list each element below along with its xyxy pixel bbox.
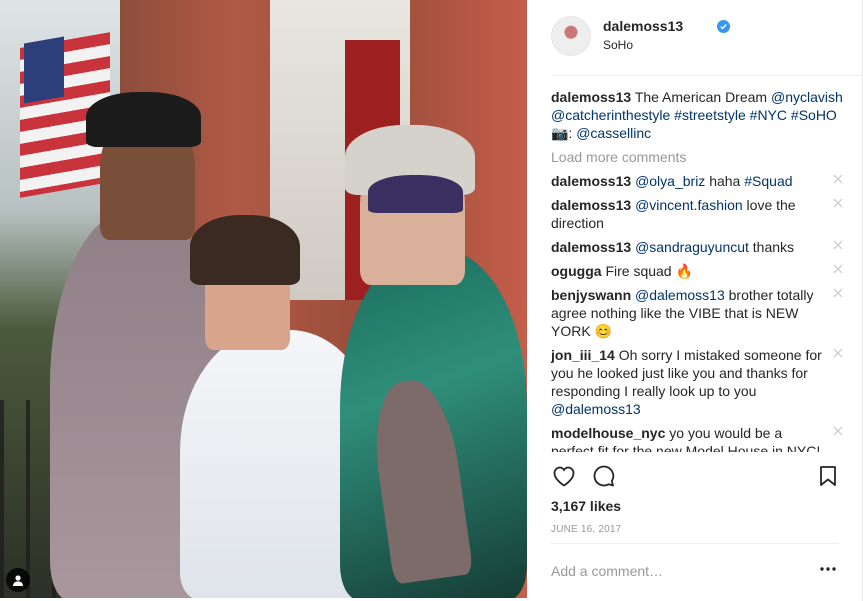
post-caption: dalemoss13 The American Dream @nyclavish… [551,88,843,142]
more-options-button[interactable] [819,564,837,574]
list-item: dalemoss13 @vincent.fashion love the dir… [551,196,843,232]
caption-text: The American Dream [634,89,771,105]
close-icon [833,240,843,250]
caption-mention[interactable]: @catcherinthestyle [551,107,670,123]
tagged-users-button[interactable] [6,568,30,592]
comment-username[interactable]: ogugga [551,263,602,279]
caption-hashtag[interactable]: #streetstyle [674,107,746,123]
post-side-panel: dalemoss13 SoHo dalemoss13 The American … [527,0,863,598]
caption-hashtag[interactable]: #SoHO [791,107,837,123]
comment-username[interactable]: modelhouse_nyc [551,425,665,441]
comment-username[interactable]: dalemoss13 [551,197,631,213]
likes-count[interactable]: 3,167 likes [551,498,621,514]
verified-badge-icon [717,20,730,33]
post-photo[interactable] [0,0,527,598]
close-icon [833,174,843,184]
caption-camera-credit: 📷: [551,125,577,141]
caption-mention[interactable]: @cassellinc [576,125,651,141]
comment-text: haha [705,173,745,189]
speech-bubble-icon [593,465,615,487]
comment-mention[interactable]: @dalemoss13 [551,401,641,417]
photo-person-left-cap [86,92,201,147]
list-item: dalemoss13 @sandraguyuncut thanks [551,238,843,256]
close-icon [833,264,843,274]
photo-flag-canton [24,36,64,104]
post-date[interactable]: JUNE 16, 2017 [551,524,621,535]
comment-username[interactable]: jon_iii_14 [551,347,615,363]
comment-mention[interactable]: @dalemoss13 [635,287,725,303]
comment-username[interactable]: dalemoss13 [551,173,631,189]
delete-comment-button[interactable] [833,198,843,208]
photo-person-right-sunglasses [368,175,463,213]
avatar[interactable] [551,16,591,56]
close-icon [833,288,843,298]
caption-hashtag[interactable]: #NYC [750,107,787,123]
delete-comment-button[interactable] [833,348,843,358]
comment-mention[interactable]: @vincent.fashion [635,197,743,213]
post-author-username[interactable]: dalemoss13 [603,18,683,34]
caption-username[interactable]: dalemoss13 [551,89,631,105]
close-icon [833,198,843,208]
comment-text: Fire squad 🔥 [605,263,693,279]
photo-person-middle-hair [190,215,300,285]
load-more-comments-button[interactable]: Load more comments [551,148,843,166]
delete-comment-button[interactable] [833,174,843,184]
list-item: jon_iii_14 Oh sorry I mistaked someone f… [551,346,843,418]
post-location[interactable]: SoHo [603,38,633,52]
close-icon [833,426,843,436]
comment-mention[interactable]: @sandraguyuncut [635,239,749,255]
instagram-post: dalemoss13 SoHo dalemoss13 The American … [0,0,863,601]
close-icon [833,348,843,358]
list-item: ogugga Fire squad 🔥 [551,262,843,280]
post-header: dalemoss13 SoHo [551,16,863,76]
divider [551,543,839,544]
comment-text: thanks [748,239,795,255]
comment-mention[interactable]: @olya_briz [635,173,705,189]
post-actions [551,463,841,493]
comments-list: dalemoss13 The American Dream @nyclavish… [551,88,843,458]
list-item: benjyswann @dalemoss13 brother totally a… [551,286,843,340]
comment-button[interactable] [591,463,617,489]
delete-comment-button[interactable] [833,264,843,274]
comment-username[interactable]: dalemoss13 [551,239,631,255]
delete-comment-button[interactable] [833,288,843,298]
list-item: dalemoss13 @olya_briz haha #Squad [551,172,843,190]
comment-hashtag[interactable]: #Squad [744,173,792,189]
ellipsis-icon [820,567,836,571]
list-item: modelhouse_nyc yo you would be a perfect… [551,424,843,452]
save-button[interactable] [815,463,841,489]
heart-outline-icon [553,466,575,487]
delete-comment-button[interactable] [833,426,843,436]
add-comment-input[interactable] [551,560,811,582]
comment-username[interactable]: benjyswann [551,287,631,303]
person-icon [13,575,23,586]
like-button[interactable] [551,463,577,489]
bookmark-icon [820,466,836,486]
caption-mention[interactable]: @nyclavish [771,89,843,105]
delete-comment-button[interactable] [833,240,843,250]
